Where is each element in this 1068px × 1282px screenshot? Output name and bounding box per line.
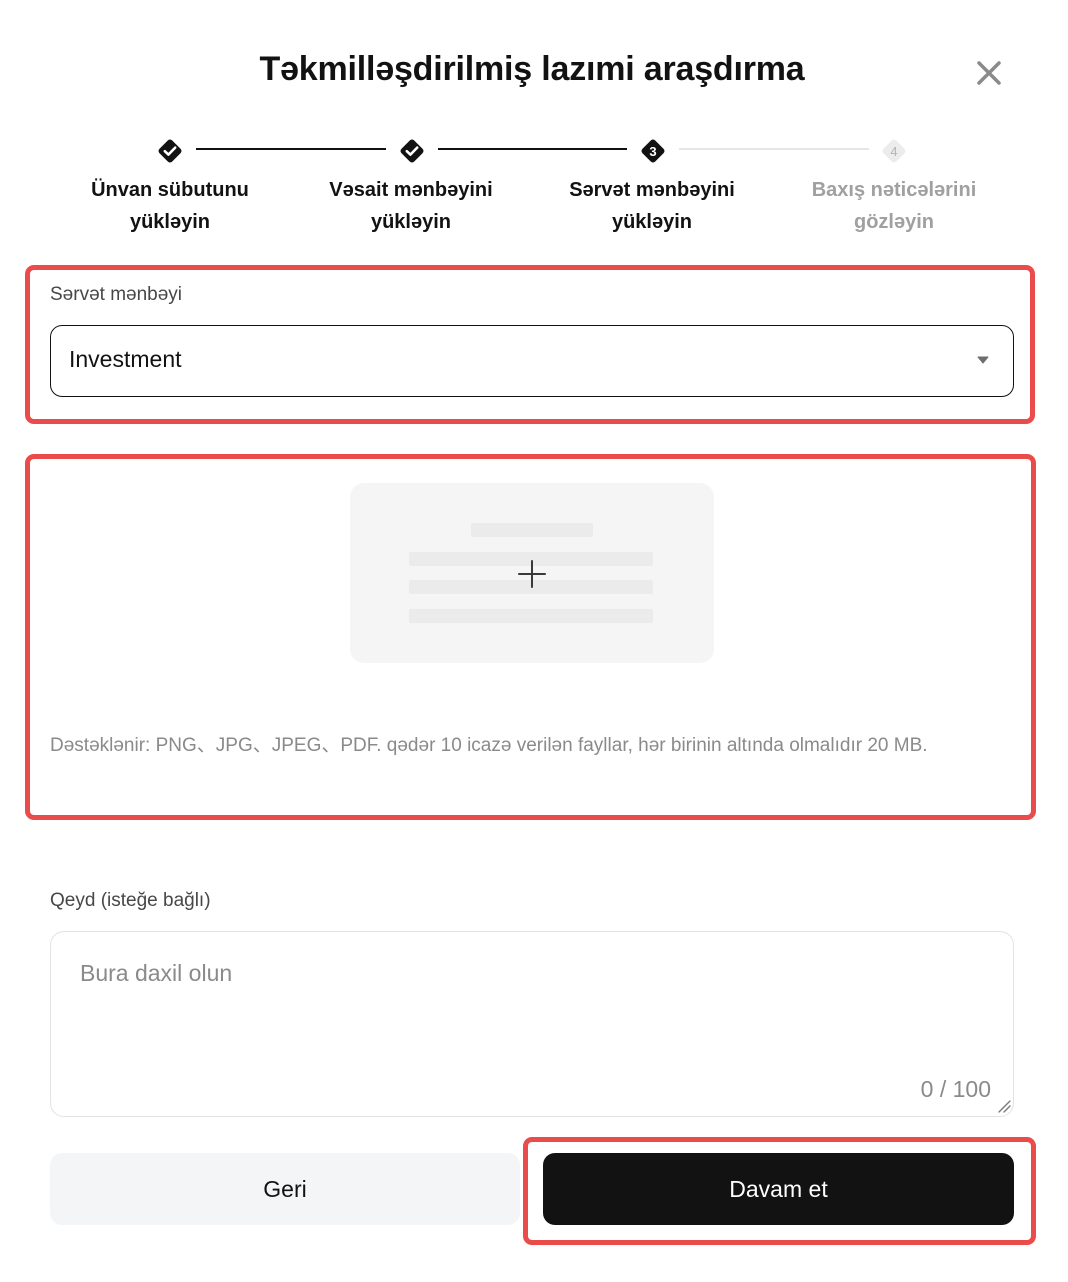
file-upload-dropzone[interactable] <box>350 483 714 663</box>
step-1-label: Ünvan sübutunu yükləyin <box>91 179 249 233</box>
svg-text:4: 4 <box>890 144 897 159</box>
continue-button[interactable]: Davam et <box>543 1153 1014 1225</box>
back-button[interactable]: Geri <box>50 1153 520 1225</box>
step-3-label: Sərvət mənbəyini yükləyin <box>569 179 735 233</box>
step-2-label: Vəsait mənbəyini yükləyin <box>329 179 493 233</box>
step-connector-1 <box>196 148 386 150</box>
step-connector-2 <box>438 148 627 150</box>
wealth-source-label: Sərvət mənbəyi <box>50 284 183 305</box>
step-4-label: Baxış nəticələrini gözləyin <box>811 179 977 233</box>
wealth-source-select[interactable]: Investment <box>50 325 1014 397</box>
caret-down-icon <box>977 356 989 364</box>
document-line <box>471 523 593 537</box>
step-1-check-icon <box>158 139 182 163</box>
resize-handle-icon[interactable] <box>997 1099 1011 1113</box>
note-placeholder: Bura daxil olun <box>80 960 233 986</box>
plus-icon <box>518 560 546 588</box>
note-label: Qeyd (isteğe bağlı) <box>50 890 211 911</box>
step-3-number-icon: 3 <box>641 139 665 163</box>
svg-text:3: 3 <box>649 144 656 159</box>
close-button[interactable] <box>970 54 1008 92</box>
step-2-check-icon <box>400 139 424 163</box>
upload-hint: Dəstəklənir: PNG、JPG、JPEG、PDF. qədər 10 … <box>50 735 928 756</box>
dialog-title: Təkmilləşdirilmiş lazımi araşdırma <box>259 50 805 88</box>
document-line <box>409 609 653 623</box>
step-connector-3 <box>679 148 869 150</box>
note-textarea[interactable]: Bura daxil olun 0 / 100 <box>50 931 1014 1117</box>
step-4-number-icon: 4 <box>882 139 906 163</box>
char-counter: 0 / 100 <box>920 1076 991 1102</box>
wealth-source-value: Investment <box>69 346 182 372</box>
close-icon <box>977 61 1001 85</box>
